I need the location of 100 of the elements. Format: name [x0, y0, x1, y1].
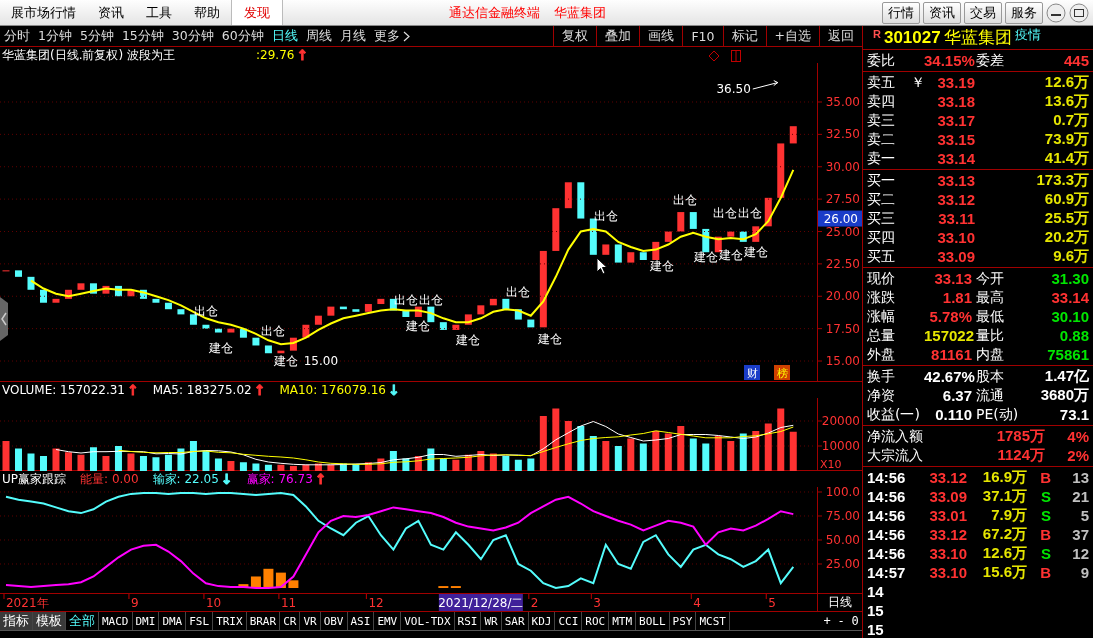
chart-title: 华蓝集团(日线.前复权) 波段为王	[2, 46, 176, 64]
menu-button[interactable]: 服务	[1005, 1, 1043, 24]
trade-count: 13	[1071, 469, 1089, 486]
period-tab[interactable]: 15分钟	[117, 26, 168, 46]
period-tab[interactable]: 分时	[0, 26, 34, 46]
trend-arrow: ↓	[220, 471, 233, 487]
zoom-button[interactable]: 0	[848, 612, 862, 630]
volume-bar	[239, 462, 247, 471]
candlestick	[552, 208, 560, 251]
volume-bar	[477, 451, 485, 471]
mouse-pointer-icon	[596, 257, 608, 275]
indicator-tab[interactable]: RSI	[454, 612, 482, 630]
topic-tag[interactable]: 疫情	[1014, 26, 1041, 44]
more-menu[interactable]: 更多	[369, 26, 414, 46]
indicator-tab[interactable]: VR	[300, 612, 321, 630]
quote-value: 5.78%	[928, 308, 972, 325]
volume-bar	[489, 453, 497, 471]
indicator-tab[interactable]: PSY	[669, 612, 697, 630]
order-volume: 12.6万	[1043, 73, 1089, 92]
indicator-tab[interactable]: BRAR	[246, 612, 281, 630]
volume-bar	[227, 461, 235, 471]
volume-bar	[677, 426, 685, 471]
indicator-tab[interactable]: OBV	[320, 612, 348, 630]
period-tab[interactable]: 周线	[301, 26, 336, 46]
order-price: 33.13	[936, 172, 975, 189]
toolbar-button[interactable]: 画线	[639, 26, 683, 46]
period-tab[interactable]: 日线	[267, 26, 302, 46]
volume-bar	[189, 441, 197, 471]
signal-label: 出仓	[418, 293, 443, 308]
trade-volume: 15.6万	[981, 563, 1027, 582]
order-price: 33.12	[936, 191, 975, 208]
period-tab[interactable]: 30分钟	[167, 26, 218, 46]
trade-volume: 12.6万	[981, 544, 1027, 563]
indicator-tab[interactable]: SAR	[501, 612, 529, 630]
axis-label: 15.00	[825, 354, 860, 368]
toolbar-button[interactable]: 返回	[819, 26, 862, 46]
toolbar-button[interactable]: 标记	[722, 26, 766, 46]
menu-item[interactable]: 工具	[135, 0, 183, 25]
minimize-icon[interactable]	[1046, 2, 1066, 23]
indicator-tab[interactable]: 模板	[33, 612, 66, 630]
more-label[interactable]: 更多	[373, 27, 400, 45]
toolbar-button[interactable]: F10	[682, 26, 723, 46]
indicator-tab[interactable]: DMI	[132, 612, 160, 630]
menu-button[interactable]: 交易	[964, 1, 1002, 24]
signal-label: 出仓	[261, 324, 286, 339]
indicator-tab[interactable]: 全部	[66, 612, 99, 630]
signal-label: 建仓	[693, 250, 718, 265]
indicator-tab[interactable]: MACD	[99, 612, 133, 630]
menu-item[interactable]: 帮助	[183, 0, 231, 25]
indicator-tab[interactable]: DMA	[159, 612, 187, 630]
indicator-tab[interactable]: FSL	[186, 612, 214, 630]
indicator-tab[interactable]: ROC	[582, 612, 610, 630]
trade-count: 12	[1071, 545, 1089, 562]
menu-item[interactable]: 资讯	[87, 0, 135, 25]
date-label: 10	[205, 596, 222, 610]
period-tab[interactable]: 5分钟	[75, 26, 118, 46]
quote-label: 现价	[867, 269, 896, 288]
indicator-tab[interactable]: BOLL	[636, 612, 670, 630]
indicator-tab[interactable]: TRIX	[213, 612, 247, 630]
indicator-tab[interactable]: CCI	[555, 612, 583, 630]
menu-button[interactable]: 资讯	[923, 1, 961, 24]
volume-bar	[464, 454, 472, 471]
indicator-tab[interactable]: WR	[481, 612, 502, 630]
indicator-tab[interactable]: MCST	[696, 612, 730, 630]
volume-bar	[327, 464, 335, 471]
indicator-tab[interactable]: EMV	[374, 612, 402, 630]
trade-time: 14:56	[867, 488, 907, 505]
period-tab[interactable]: 60分钟	[217, 26, 268, 46]
axis-label: 32.50	[825, 127, 860, 142]
signal-label: 出仓	[193, 303, 218, 318]
indicator-tab[interactable]: ASI	[347, 612, 375, 630]
quote-label: 今开	[976, 269, 1005, 288]
indicator-tab[interactable]: VOL-TDX	[401, 612, 455, 630]
volume-bar	[439, 458, 447, 471]
trade-volume: 7.9万	[990, 506, 1027, 525]
energy-bar	[275, 572, 286, 588]
menu-item[interactable]: 展市场行情	[0, 0, 87, 25]
volume-bar	[177, 448, 185, 471]
toolbar-button[interactable]: 叠加	[596, 26, 640, 46]
collapse-handle-icon[interactable]	[0, 297, 10, 341]
indicator-tab[interactable]: CR	[280, 612, 301, 630]
menu-button[interactable]: 行情	[882, 1, 920, 24]
candlestick	[639, 252, 647, 260]
axis-label: 35.00	[825, 95, 860, 109]
zoom-button[interactable]: -	[834, 612, 848, 630]
period-tab[interactable]: 1分钟	[34, 26, 76, 46]
discover-tab[interactable]: 发现	[231, 0, 283, 25]
volume-bar	[252, 463, 260, 471]
zoom-button[interactable]: +	[820, 612, 834, 630]
toolbar-button[interactable]: +自选	[765, 26, 819, 46]
energy-bar	[263, 568, 274, 588]
indicator-tab[interactable]: 指标	[0, 612, 33, 630]
indicator-tab[interactable]: KDJ	[528, 612, 556, 630]
quote-label: 总量	[867, 326, 896, 345]
period-tab[interactable]: 月线	[335, 26, 370, 46]
trade-side: S	[1040, 488, 1051, 505]
maximize-icon[interactable]	[1069, 2, 1089, 23]
toolbar-button[interactable]: 复权	[553, 26, 597, 46]
trade-volume: 37.1万	[981, 487, 1027, 506]
indicator-tab[interactable]: MTM	[609, 612, 637, 630]
